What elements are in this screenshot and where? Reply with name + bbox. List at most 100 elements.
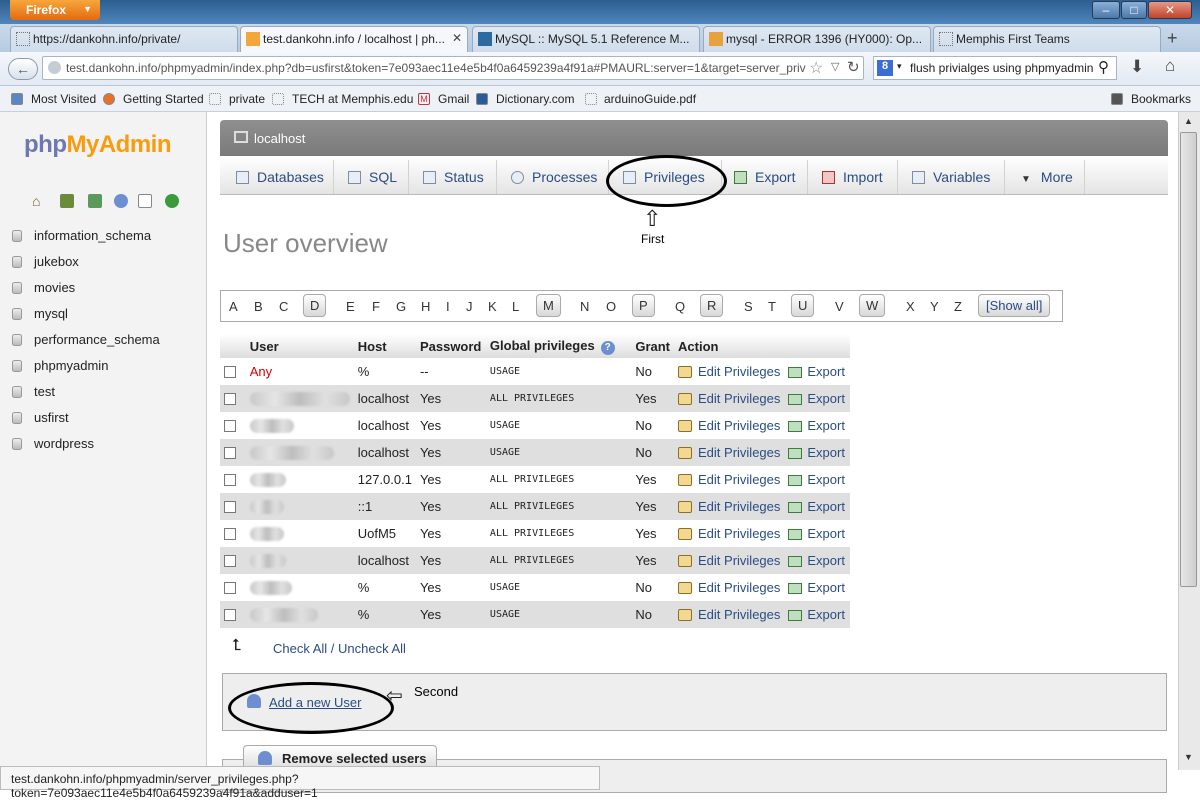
- edit-privileges-icon[interactable]: [678, 609, 693, 621]
- export-icon[interactable]: [788, 610, 803, 621]
- export-icon[interactable]: [788, 529, 803, 540]
- edit-privileges-link[interactable]: Edit Privileges: [698, 445, 780, 460]
- pma-logo[interactable]: phpMyAdmin: [24, 131, 171, 159]
- browser-tab[interactable]: mysql - ERROR 1396 (HY000): Op...: [703, 26, 931, 52]
- tab-variables[interactable]: Variables: [898, 160, 1005, 194]
- documentation-icon[interactable]: [138, 194, 152, 208]
- edit-privileges-link[interactable]: Edit Privileges: [698, 499, 780, 514]
- db-item-jukebox[interactable]: jukebox: [12, 254, 79, 269]
- url-text[interactable]: test.dankohn.info/phpmyadmin/index.php?d…: [66, 61, 806, 75]
- tab-more[interactable]: ▼ More: [1005, 160, 1085, 194]
- row-checkbox[interactable]: [224, 420, 236, 432]
- row-checkbox[interactable]: [224, 366, 236, 378]
- db-item-wordpress[interactable]: wordpress: [12, 436, 94, 451]
- edit-privileges-icon[interactable]: [678, 501, 693, 513]
- letter-m[interactable]: M: [536, 294, 561, 317]
- letter-d[interactable]: D: [303, 294, 327, 317]
- tab-export[interactable]: Export: [722, 160, 808, 194]
- bookmark-private[interactable]: private: [229, 92, 265, 106]
- tab-databases[interactable]: Databases: [222, 160, 334, 194]
- edit-privileges-link[interactable]: Edit Privileges: [698, 472, 780, 487]
- export-link[interactable]: Export: [807, 445, 845, 460]
- db-item-usfirst[interactable]: usfirst: [12, 410, 69, 425]
- bookmark-tech-memphis[interactable]: TECH at Memphis.edu: [292, 92, 413, 106]
- header-host[interactable]: Host: [353, 334, 416, 358]
- letter-w[interactable]: W: [859, 294, 886, 317]
- close-tab-icon[interactable]: ✕: [452, 31, 462, 45]
- db-item-mysql[interactable]: mysql: [12, 306, 68, 321]
- browser-tab[interactable]: Memphis First Teams: [933, 26, 1161, 52]
- edit-privileges-icon[interactable]: [678, 528, 693, 540]
- edit-privileges-icon[interactable]: [678, 555, 693, 567]
- edit-privileges-link[interactable]: Edit Privileges: [698, 364, 780, 379]
- edit-privileges-icon[interactable]: [678, 447, 693, 459]
- search-icon[interactable]: ⚲: [1098, 58, 1109, 76]
- header-password[interactable]: Password: [415, 334, 486, 358]
- export-icon[interactable]: [788, 556, 803, 567]
- star-icon[interactable]: ☆: [809, 58, 823, 78]
- export-icon[interactable]: [788, 502, 803, 513]
- db-item-information-schema[interactable]: information_schema: [12, 228, 151, 243]
- row-checkbox[interactable]: [224, 393, 236, 405]
- tab-import[interactable]: Import: [808, 160, 898, 194]
- scroll-down-icon[interactable]: ▼: [1180, 749, 1197, 766]
- row-checkbox[interactable]: [224, 474, 236, 486]
- close-window-button[interactable]: ✕: [1148, 1, 1192, 19]
- scroll-up-icon[interactable]: ▲: [1180, 113, 1197, 130]
- browser-tab-active[interactable]: test.dankohn.info / localhost | ph... ✕: [240, 26, 468, 52]
- bookmark-dictionary[interactable]: Dictionary.com: [496, 92, 574, 106]
- db-item-test[interactable]: test: [12, 384, 55, 399]
- export-link[interactable]: Export: [807, 580, 845, 595]
- browser-tab[interactable]: MySQL :: MySQL 5.1 Reference M...: [472, 26, 700, 52]
- letter-p[interactable]: P: [632, 294, 655, 317]
- row-checkbox[interactable]: [224, 582, 236, 594]
- minimize-button[interactable]: –: [1092, 1, 1120, 19]
- export-link[interactable]: Export: [807, 607, 845, 622]
- row-checkbox[interactable]: [224, 528, 236, 540]
- letter-u[interactable]: U: [791, 294, 815, 317]
- home-icon[interactable]: ⌂: [1165, 56, 1175, 76]
- export-icon[interactable]: [788, 421, 803, 432]
- edit-privileges-icon[interactable]: [678, 420, 693, 432]
- firefox-menu-button[interactable]: Firefox ▼: [10, 0, 100, 20]
- download-icon[interactable]: ⬇: [1130, 57, 1144, 77]
- edit-privileges-link[interactable]: Edit Privileges: [698, 607, 780, 622]
- logout-icon[interactable]: [60, 194, 74, 208]
- server-link[interactable]: localhost: [254, 131, 305, 146]
- row-checkbox[interactable]: [224, 609, 236, 621]
- tab-sql[interactable]: SQL: [334, 160, 409, 194]
- chevron-down-icon[interactable]: ▾: [897, 61, 902, 72]
- edit-privileges-link[interactable]: Edit Privileges: [698, 418, 780, 433]
- row-checkbox[interactable]: [224, 447, 236, 459]
- export-link[interactable]: Export: [807, 553, 845, 568]
- scrollbar-thumb[interactable]: [1180, 132, 1197, 587]
- bookmark-most-visited[interactable]: Most Visited: [31, 92, 96, 106]
- edit-privileges-icon[interactable]: [678, 393, 693, 405]
- show-all-button[interactable]: [Show all]: [978, 294, 1051, 317]
- reload-icon[interactable]: ↻: [847, 58, 860, 76]
- header-user[interactable]: User: [245, 334, 354, 358]
- row-checkbox[interactable]: [224, 501, 236, 513]
- bookmarks-menu[interactable]: Bookmarks: [1131, 92, 1191, 106]
- export-icon[interactable]: [788, 394, 803, 405]
- export-link[interactable]: Export: [807, 364, 845, 379]
- export-link[interactable]: Export: [807, 472, 845, 487]
- back-button[interactable]: ←: [8, 58, 38, 80]
- help-icon[interactable]: [114, 194, 128, 208]
- edit-privileges-icon[interactable]: [678, 474, 693, 486]
- export-icon[interactable]: [788, 475, 803, 486]
- bookmark-arduino-guide[interactable]: arduinoGuide.pdf: [604, 92, 696, 106]
- search-text[interactable]: flush privialges using phpmyadmin: [910, 61, 1093, 75]
- edit-privileges-link[interactable]: Edit Privileges: [698, 391, 780, 406]
- dropdown-icon[interactable]: ▽: [831, 60, 839, 73]
- check-all-link[interactable]: Check All / Uncheck All: [273, 641, 406, 656]
- bookmark-gmail[interactable]: Gmail: [438, 92, 469, 106]
- maximize-button[interactable]: □: [1121, 1, 1147, 19]
- query-window-icon[interactable]: [88, 194, 102, 208]
- db-item-movies[interactable]: movies: [12, 280, 75, 295]
- help-icon[interactable]: ?: [600, 340, 615, 355]
- export-icon[interactable]: [788, 583, 803, 594]
- db-item-phpmyadmin[interactable]: phpmyadmin: [12, 358, 108, 373]
- row-checkbox[interactable]: [224, 555, 236, 567]
- reload-icon[interactable]: [165, 194, 179, 208]
